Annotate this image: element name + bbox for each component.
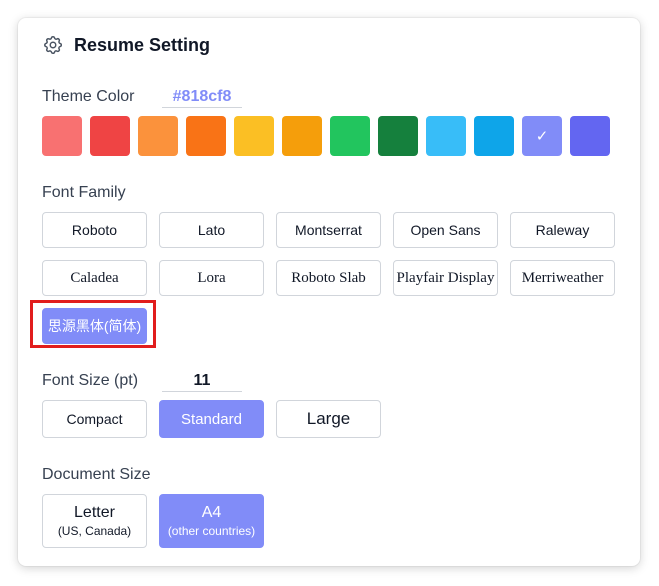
a4-sublabel: (other countries) bbox=[167, 524, 256, 538]
color-swatch[interactable] bbox=[42, 116, 82, 156]
font-size-standard-label: Standard bbox=[181, 410, 242, 428]
gear-icon bbox=[42, 34, 64, 56]
color-swatch[interactable] bbox=[570, 116, 610, 156]
font-size-compact-button[interactable]: Compact bbox=[42, 400, 147, 438]
font-size-large-label: Large bbox=[306, 409, 351, 428]
font-option-lora[interactable]: Lora bbox=[159, 260, 264, 296]
check-icon: ✓ bbox=[535, 128, 549, 145]
font-size-label: Font Size (pt) bbox=[42, 372, 139, 389]
a4-label: A4 bbox=[201, 504, 222, 521]
color-swatch[interactable] bbox=[186, 116, 226, 156]
theme-color-label: Theme Color bbox=[42, 88, 135, 105]
font-size-standard-button[interactable]: Standard bbox=[159, 400, 264, 438]
color-swatch[interactable] bbox=[426, 116, 466, 156]
font-family-label: Font Family bbox=[42, 184, 126, 201]
font-option-open-sans[interactable]: Open Sans bbox=[393, 212, 498, 248]
document-size-a4-button[interactable]: A4 (other countries) bbox=[159, 494, 264, 548]
font-option-playfair-display[interactable]: Playfair Display bbox=[393, 260, 498, 296]
font-option-roboto[interactable]: Roboto bbox=[42, 212, 147, 248]
font-size-compact-label: Compact bbox=[66, 411, 123, 427]
font-option-lato[interactable]: Lato bbox=[159, 212, 264, 248]
theme-color-swatches: ✓ bbox=[42, 116, 610, 156]
font-option-raleway[interactable]: Raleway bbox=[510, 212, 615, 248]
color-swatch[interactable] bbox=[474, 116, 514, 156]
color-swatch[interactable]: ✓ bbox=[522, 116, 562, 156]
color-swatch[interactable] bbox=[330, 116, 370, 156]
font-option-source-han-sans[interactable]: 思源黑体(简体) bbox=[42, 308, 147, 344]
color-swatch[interactable] bbox=[378, 116, 418, 156]
font-option-roboto-slab[interactable]: Roboto Slab bbox=[276, 260, 381, 296]
font-family-options: Roboto Lato Montserrat Open Sans Raleway… bbox=[42, 212, 622, 344]
color-swatch[interactable] bbox=[90, 116, 130, 156]
font-size-large-button[interactable]: Large bbox=[276, 400, 381, 438]
theme-color-input[interactable]: #818cf8 bbox=[162, 88, 242, 108]
document-size-letter-button[interactable]: Letter (US, Canada) bbox=[42, 494, 147, 548]
font-option-montserrat[interactable]: Montserrat bbox=[276, 212, 381, 248]
color-swatch[interactable] bbox=[138, 116, 178, 156]
page-title: Resume Setting bbox=[74, 34, 211, 55]
header: Resume Setting bbox=[42, 34, 210, 56]
document-size-options: Letter (US, Canada) A4 (other countries) bbox=[42, 494, 264, 548]
font-option-merriweather[interactable]: Merriweather bbox=[510, 260, 615, 296]
font-option-caladea[interactable]: Caladea bbox=[42, 260, 147, 296]
document-size-label: Document Size bbox=[42, 466, 151, 483]
color-swatch[interactable] bbox=[234, 116, 274, 156]
resume-setting-card: Resume Setting Theme Color #818cf8 ✓ Fon… bbox=[18, 18, 640, 566]
letter-label: Letter bbox=[74, 504, 115, 521]
font-size-input[interactable]: 11 bbox=[162, 372, 242, 392]
color-swatch[interactable] bbox=[282, 116, 322, 156]
letter-sublabel: (US, Canada) bbox=[57, 524, 132, 538]
font-size-options: Compact Standard Large bbox=[42, 400, 381, 438]
